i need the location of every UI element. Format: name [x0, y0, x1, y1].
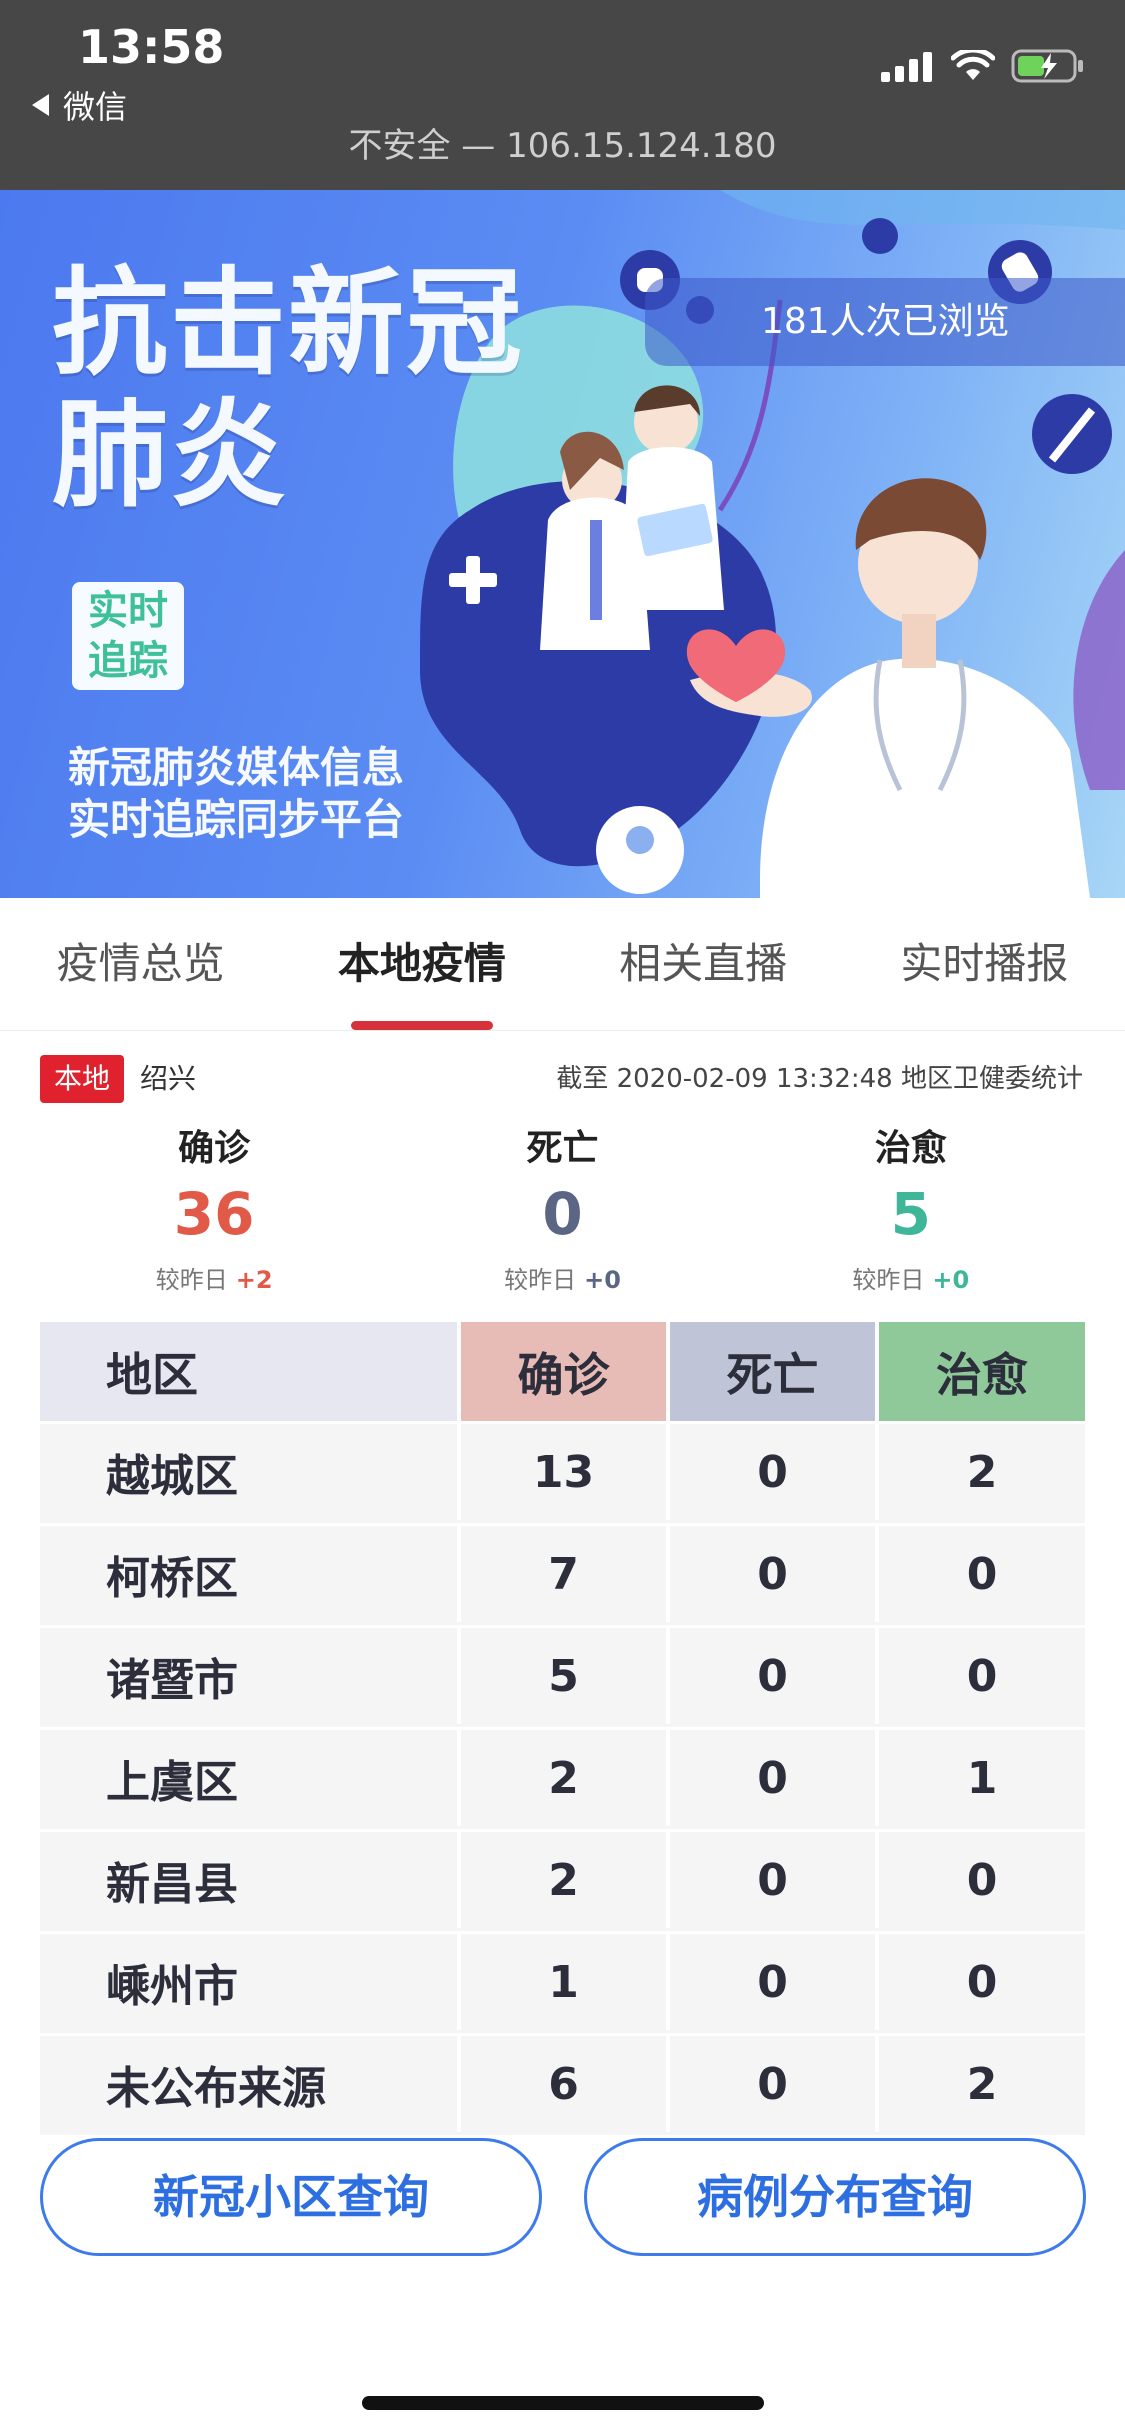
table-row: 诸暨市 5 0 0: [40, 1625, 1085, 1727]
cell-deaths: 0: [666, 1832, 875, 1928]
cell-confirmed: 1: [457, 1934, 666, 2030]
signal-icon: [881, 52, 932, 82]
stat-value: 0: [542, 1180, 583, 1248]
cell-deaths: 0: [666, 1424, 875, 1520]
local-badge: 本地: [40, 1055, 125, 1103]
cell-region: 诸暨市: [106, 1655, 238, 1706]
hero-banner: 抗击新冠 肺炎 实时 追踪 新冠肺炎媒体信息 实时追踪同步平台 181人次已浏览: [0, 190, 1125, 898]
stat-label: 确诊: [178, 1128, 251, 1169]
district-table: 地区 确诊 死亡 治愈 越城区 13 0 2 柯桥区 7 0 0 诸暨市 5 0…: [40, 1322, 1085, 2135]
cell-cured: 1: [875, 1730, 1085, 1826]
home-indicator[interactable]: [362, 2396, 764, 2410]
stat-label: 死亡: [526, 1128, 599, 1169]
table-row: 上虞区 2 0 1: [40, 1727, 1085, 1829]
cell-region: 嵊州市: [106, 1961, 238, 2012]
cell-deaths: 0: [666, 1526, 875, 1622]
change-label: 较昨日: [155, 1266, 228, 1294]
cell-cured: 0: [875, 1628, 1085, 1724]
tab-overview[interactable]: 疫情总览: [0, 898, 281, 1030]
stat-value: 36: [173, 1180, 255, 1248]
change-value: +0: [584, 1266, 621, 1294]
header-confirmed: 确诊: [457, 1322, 666, 1421]
status-time: 13:58: [78, 20, 225, 74]
cell-confirmed: 7: [457, 1526, 666, 1622]
cell-confirmed: 2: [457, 1730, 666, 1826]
cell-region: 新昌县: [106, 1859, 238, 1910]
view-count-badge: 181人次已浏览: [645, 278, 1125, 366]
cell-cured: 2: [875, 2036, 1085, 2132]
tag-line1: 实时: [88, 588, 168, 634]
change-label: 较昨日: [504, 1266, 577, 1294]
stat-change: 较昨日 +0: [388, 1260, 736, 1295]
tab-local[interactable]: 本地疫情: [281, 898, 562, 1030]
tag-line2: 追踪: [88, 638, 168, 684]
change-label: 较昨日: [852, 1266, 925, 1294]
table-row: 未公布来源 6 0 2: [40, 2033, 1085, 2135]
stat-deaths: 死亡 0 较昨日 +0: [388, 1122, 736, 1295]
battery-charging-icon: [1011, 49, 1083, 83]
status-icons: [881, 48, 1085, 84]
back-arrow-icon: [32, 94, 49, 116]
cell-confirmed: 5: [457, 1628, 666, 1724]
cell-deaths: 0: [666, 1730, 875, 1826]
cell-cured: 0: [875, 1934, 1085, 2030]
cell-deaths: 0: [666, 2036, 875, 2132]
stat-label: 治愈: [874, 1128, 947, 1169]
table-header: 地区 确诊 死亡 治愈: [40, 1322, 1085, 1421]
tab-live[interactable]: 相关直播: [563, 898, 844, 1030]
realtime-tracking-tag: 实时 追踪: [72, 582, 184, 690]
data-timestamp: 截至 2020-02-09 13:32:48 地区卫健委统计: [556, 1064, 1083, 1094]
stat-confirmed: 确诊 36 较昨日 +2: [40, 1122, 388, 1295]
cell-region: 上虞区: [106, 1757, 238, 1808]
case-distribution-query-button[interactable]: 病例分布查询: [584, 2138, 1086, 2256]
cell-deaths: 0: [666, 1934, 875, 2030]
cell-region: 柯桥区: [106, 1553, 238, 1604]
cell-cured: 2: [875, 1424, 1085, 1520]
cell-confirmed: 2: [457, 1832, 666, 1928]
table-row: 柯桥区 7 0 0: [40, 1523, 1085, 1625]
banner-subtitle-line1: 新冠肺炎媒体信息: [68, 743, 405, 792]
wifi-icon: [951, 50, 995, 80]
cell-confirmed: 13: [457, 1424, 666, 1520]
cell-region: 越城区: [106, 1451, 238, 1502]
cell-deaths: 0: [666, 1628, 875, 1724]
banner-title-line1: 抗击新冠: [52, 256, 524, 391]
banner-subtitle: 新冠肺炎媒体信息 实时追踪同步平台: [68, 742, 404, 846]
banner-title: 抗击新冠 肺炎: [52, 258, 524, 522]
cell-cured: 0: [875, 1832, 1085, 1928]
stat-value: 5: [890, 1180, 931, 1248]
cell-confirmed: 6: [457, 2036, 666, 2132]
cell-region: 未公布来源: [106, 2063, 326, 2114]
change-value: +0: [932, 1266, 970, 1294]
header-cured: 治愈: [875, 1322, 1085, 1421]
table-row: 新昌县 2 0 0: [40, 1829, 1085, 1931]
banner-title-line2: 肺炎: [52, 388, 288, 523]
banner-subtitle-line2: 实时追踪同步平台: [68, 795, 405, 844]
stat-change: 较昨日 +0: [737, 1260, 1085, 1295]
cell-cured: 0: [875, 1526, 1085, 1622]
stat-change: 较昨日 +2: [40, 1260, 388, 1295]
change-value: +2: [235, 1266, 273, 1294]
community-query-button[interactable]: 新冠小区查询: [40, 2138, 542, 2256]
stat-cured: 治愈 5 较昨日 +0: [737, 1122, 1085, 1295]
tab-realtime-news[interactable]: 实时播报: [844, 898, 1125, 1030]
summary-stats: 确诊 36 较昨日 +2 死亡 0 较昨日 +0 治愈 5 较昨日 +0: [40, 1122, 1085, 1295]
header-deaths: 死亡: [666, 1322, 875, 1421]
tab-bar: 疫情总览 本地疫情 相关直播 实时播报: [0, 898, 1125, 1031]
table-row: 嵊州市 1 0 0: [40, 1931, 1085, 2033]
header-region: 地区: [40, 1322, 457, 1421]
page-url: 不安全 — 106.15.124.180: [348, 126, 777, 166]
status-bar: 13:58 微信 不安全 — 106.15.124.180: [0, 0, 1125, 190]
table-row: 越城区 13 0 2: [40, 1421, 1085, 1523]
table-body: 越城区 13 0 2 柯桥区 7 0 0 诸暨市 5 0 0 上虞区 2 0 1…: [40, 1421, 1085, 2135]
city-name: 绍兴: [140, 1062, 197, 1095]
